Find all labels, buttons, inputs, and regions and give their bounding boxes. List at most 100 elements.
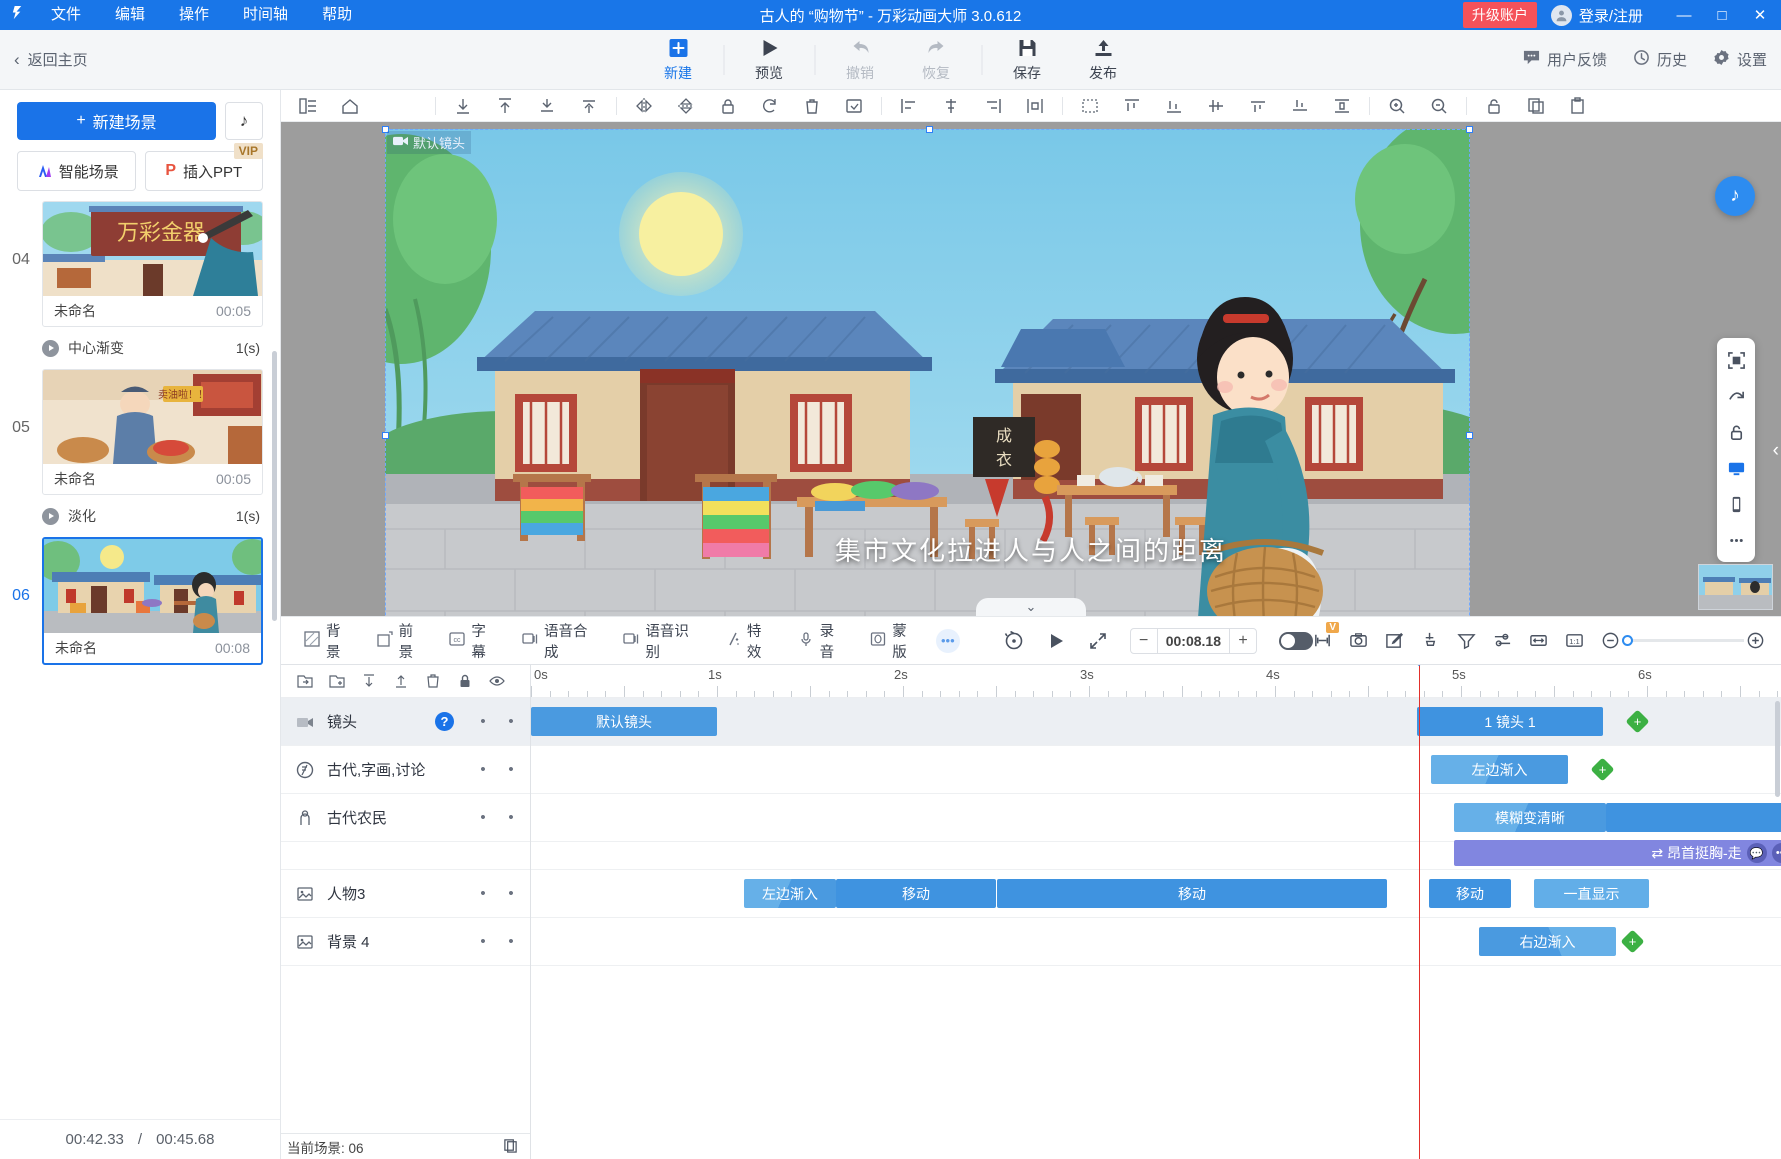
help-icon[interactable]: ? — [435, 712, 454, 731]
mini-preview[interactable] — [1698, 564, 1773, 610]
list-item[interactable]: 05 卖油啦！！ 未命名 00:05 — [0, 369, 280, 495]
foreground-button[interactable]: 前景 — [366, 620, 439, 662]
track-lock-toggle[interactable]: • — [474, 885, 492, 902]
clip[interactable]: 左边渐入 — [744, 879, 836, 908]
timeline-tracks-area[interactable]: 0s 1s 2s 3s 4s 5s 6s 7s 8s 默 — [531, 665, 1781, 1159]
chevron-left-icon[interactable]: ‹ — [1773, 440, 1779, 462]
new-folder-icon[interactable] — [321, 665, 353, 698]
import-icon[interactable] — [289, 665, 321, 698]
clip[interactable]: 移动 — [1606, 803, 1781, 832]
history-button[interactable]: 历史 — [1633, 49, 1687, 70]
new-scene-button[interactable]: + 新建场景 — [17, 102, 216, 140]
menu-item-timeline[interactable]: 时间轴 — [226, 0, 305, 30]
add-keyframe-button[interactable] — [1590, 757, 1615, 782]
login-register-link[interactable]: 登录/注册 — [1579, 5, 1643, 26]
timeline-lanes[interactable]: 默认镜头 1 镜头 1 左边渐入 一直显示 模糊变清晰 — [531, 698, 1781, 1159]
flip-horizontal-icon[interactable] — [623, 90, 665, 122]
delete-icon[interactable] — [417, 665, 449, 698]
track-visibility-toggle[interactable]: • — [502, 809, 520, 826]
expand-icon[interactable] — [1088, 631, 1108, 651]
list-item[interactable]: 04 万彩金器 未命名 00:05 — [0, 201, 280, 327]
mobile-icon[interactable] — [1721, 489, 1751, 519]
filter-icon[interactable] — [1457, 631, 1476, 650]
scene-card[interactable]: 万彩金器 未命名 00:05 — [42, 201, 263, 327]
time-stepper[interactable]: − 00:08.18 + — [1129, 627, 1257, 654]
track-header-ancient-farmer[interactable]: 古代农民 • • — [281, 794, 530, 842]
record-button[interactable]: 录音 — [787, 620, 860, 662]
clip[interactable]: 一直显示 — [1534, 879, 1649, 908]
clip[interactable]: 移动 — [997, 879, 1387, 908]
add-keyframe-button[interactable] — [1620, 929, 1645, 954]
move-down-icon[interactable] — [353, 665, 385, 698]
scene-list[interactable]: 04 万彩金器 未命名 00:05 中心渐变 1(s) 05 卖油啦！！ 未命名… — [0, 191, 280, 1119]
minimize-button[interactable]: — — [1665, 0, 1703, 30]
layout-icon[interactable] — [287, 90, 329, 122]
timeline-ruler[interactable]: 0s 1s 2s 3s 4s 5s 6s 7s 8s — [531, 665, 1781, 698]
lock2-icon[interactable] — [1473, 90, 1515, 122]
more-tools-button[interactable]: ••• — [935, 628, 960, 653]
copy-icon[interactable] — [1515, 90, 1557, 122]
one-to-one-icon[interactable]: 1:1 — [1565, 631, 1584, 650]
track-visibility-toggle[interactable]: • — [502, 761, 520, 778]
camera-icon[interactable] — [1349, 631, 1368, 650]
menu-item-file[interactable]: 文件 — [34, 0, 98, 30]
undo-button[interactable]: 撤销 — [822, 30, 898, 90]
align-v3-icon[interactable] — [1279, 90, 1321, 122]
clip[interactable]: 右边渐入 — [1479, 927, 1616, 956]
music-floating-button[interactable]: ♪ — [1715, 176, 1755, 216]
lane-background4[interactable]: 右边渐入 一直显示 — [531, 918, 1781, 966]
asr-button[interactable]: 语音识别 — [612, 620, 713, 662]
select-area-icon[interactable] — [833, 90, 875, 122]
track-visibility-toggle[interactable]: • — [502, 885, 520, 902]
new-button[interactable]: 新建 — [640, 30, 716, 90]
save-button[interactable]: 保存 — [989, 30, 1065, 90]
align-top-edge-icon[interactable] — [1111, 90, 1153, 122]
maximize-button[interactable]: □ — [1703, 0, 1741, 30]
background-button[interactable]: 背景 — [293, 620, 366, 662]
track-header-background4[interactable]: 背景 4 • • — [281, 918, 530, 966]
add-keyframe-button[interactable] — [1625, 709, 1650, 734]
close-button[interactable]: ✕ — [1741, 0, 1779, 30]
zoom-out-icon[interactable] — [1418, 90, 1460, 122]
effects-button[interactable]: 特效 — [714, 620, 787, 662]
track-lock-toggle[interactable]: • — [474, 713, 492, 730]
timeline-vertical-scrollbar[interactable] — [1775, 701, 1780, 797]
align-group-icon[interactable] — [1069, 90, 1111, 122]
eye-icon[interactable] — [481, 665, 513, 698]
current-time-value[interactable]: 00:08.18 — [1156, 628, 1230, 653]
scene-transition[interactable]: 淡化 1(s) — [0, 495, 280, 537]
publish-button[interactable]: 发布 — [1065, 30, 1141, 90]
scene-card[interactable]: 未命名 00:08 — [42, 537, 263, 665]
distribute-h-icon[interactable] — [1014, 90, 1056, 122]
bring-forward-icon[interactable] — [568, 90, 610, 122]
align-center-h-icon[interactable] — [930, 90, 972, 122]
lane-ancient-farmer[interactable]: 模糊变清晰 移动 一直显示 — [531, 794, 1781, 842]
align-bottom-icon[interactable] — [442, 90, 484, 122]
more-icon[interactable]: ••• — [1771, 843, 1781, 863]
track-header-character3[interactable]: 人物3 • • — [281, 870, 530, 918]
lane-action[interactable]: ⇄ 昂首挺胸-走 💬 ••• — [531, 840, 1781, 870]
play-icon[interactable] — [1046, 631, 1066, 651]
track-header-action[interactable] — [281, 842, 530, 870]
home-icon[interactable] — [329, 90, 371, 122]
comment-icon[interactable]: 💬 — [1746, 843, 1767, 863]
align-bottom-edge-icon[interactable] — [1153, 90, 1195, 122]
zoom-in-icon[interactable] — [1376, 90, 1418, 122]
redo-button[interactable]: 恢复 — [898, 30, 974, 90]
scene-transition[interactable]: 中心渐变 1(s) — [0, 327, 280, 369]
track-header-ancient-painting[interactable]: 古代,字画,讨论 • • — [281, 746, 530, 794]
time-decrement-button[interactable]: − — [1131, 629, 1157, 653]
fit-screen-icon[interactable] — [1721, 345, 1751, 375]
menu-item-operation[interactable]: 操作 — [162, 0, 226, 30]
align-top-icon[interactable] — [484, 90, 526, 122]
edit-icon[interactable] — [1385, 631, 1404, 650]
lane-ancient-painting[interactable]: 左边渐入 一直显示 — [531, 746, 1781, 794]
align-v2-icon[interactable] — [1237, 90, 1279, 122]
lane-camera[interactable]: 默认镜头 1 镜头 1 — [531, 698, 1781, 746]
screen-icon[interactable] — [1721, 453, 1751, 483]
more-icon[interactable] — [1721, 525, 1751, 555]
zoom-in-icon[interactable] — [1746, 631, 1765, 650]
clip[interactable]: 左边渐入 — [1431, 755, 1568, 784]
zoom-out-icon[interactable] — [1601, 631, 1620, 650]
duplicate-icon[interactable] — [503, 1138, 518, 1156]
